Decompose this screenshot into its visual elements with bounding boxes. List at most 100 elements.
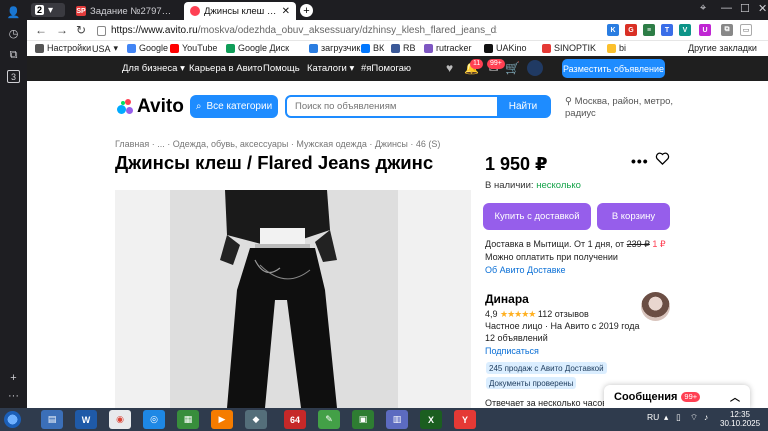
screen: 👤 ◷ ⧉ 3 + ··· 2 ▾ SP Задание №2797459 - … (0, 0, 768, 431)
tab-avito[interactable]: Джинсы клеш / Flared Je ✕ (184, 2, 296, 20)
clock[interactable]: 12:35 30.10.2025 (720, 410, 760, 428)
nav-link-business[interactable]: Для бизнеса ▾ (122, 63, 185, 74)
network-icon[interactable]: ▯ (676, 412, 681, 423)
minimize-icon[interactable]: — (721, 2, 732, 14)
messages-count-badge: 99+ (681, 391, 701, 402)
uakino-icon (484, 43, 493, 53)
screenshot-icon[interactable]: ⧉ (6, 48, 21, 63)
wifi-icon[interactable]: ⌔ (690, 412, 698, 423)
search-box: Найти (285, 95, 551, 118)
listing-photo[interactable] (115, 190, 471, 408)
messages-widget[interactable]: Сообщения 99+ ︿ (604, 385, 750, 408)
maximize-icon[interactable]: ☐ (740, 2, 750, 15)
chrome-icon[interactable]: ◉ (109, 410, 131, 429)
taskbar-app-icon[interactable]: ▣ (352, 410, 374, 429)
bookmark[interactable]: USA ▾ (92, 43, 118, 54)
lock-icon (97, 25, 106, 36)
close-tab-icon[interactable]: ✕ (282, 6, 290, 17)
bookmark[interactable]: rutracker (424, 43, 472, 53)
nav-link-catalogs[interactable]: Каталоги ▾ (307, 63, 354, 74)
pin-icon: ⚲ (565, 96, 572, 107)
tab-strip: 2 ▾ SP Задание №2797459 - про Джинсы кле… (27, 0, 768, 20)
profile-icon[interactable]: 👤 (6, 5, 21, 20)
start-button[interactable] (4, 411, 21, 428)
yandex-browser-icon[interactable]: Y (454, 410, 476, 429)
extension-icon[interactable]: U (699, 24, 711, 36)
more-options-icon[interactable]: ••• (631, 153, 649, 169)
tab-title: Джинсы клеш / Flared Je (204, 5, 278, 17)
back-icon[interactable]: ← (35, 23, 47, 37)
delivery-info: Доставка в Мытищи. От 1 дня, от 239 ₽ 1 … (485, 239, 666, 277)
tray-chevron-icon[interactable]: ▴ (664, 412, 668, 423)
add-panel-icon[interactable]: + (6, 370, 21, 385)
bookmark[interactable]: ВК (361, 43, 384, 53)
bookmark[interactable]: UAKino (484, 43, 527, 53)
pin-icon[interactable]: ⌖ (700, 2, 706, 15)
taskbar-app-icon[interactable]: ◆ (245, 410, 267, 429)
extension-icon[interactable]: V (679, 24, 691, 36)
excel-icon[interactable]: X (420, 410, 442, 429)
forward-icon[interactable]: → (56, 23, 68, 37)
language-indicator[interactable]: RU (647, 412, 659, 422)
breadcrumb[interactable]: Главная · ... · Одежда, обувь, аксессуар… (115, 139, 440, 149)
add-to-cart-button[interactable]: В корзину (597, 203, 670, 230)
extension-icon[interactable]: ≡ (643, 24, 655, 36)
bookmark[interactable]: Google Диск (226, 43, 289, 53)
cart-icon[interactable]: 🛒 (505, 62, 520, 75)
price: 1 950 ₽ (485, 154, 548, 174)
url-field[interactable]: https://www.avito.ru/moskva/odezhda_obuv… (97, 23, 497, 38)
bookmark[interactable]: YouTube (170, 43, 217, 53)
bookmark[interactable]: загрузчик (309, 43, 360, 53)
favorites-icon[interactable]: ♥ (443, 62, 456, 75)
reload-icon[interactable]: ↻ (76, 23, 86, 37)
nav-link-help[interactable]: Помощь (263, 63, 300, 74)
taskbar-app-icon[interactable]: ▥ (386, 410, 408, 429)
taskbar-app-icon[interactable]: ▤ (41, 410, 63, 429)
extensions-menu-icon[interactable]: ⧉ (721, 24, 733, 36)
taskbar-app-icon[interactable]: W (75, 410, 97, 429)
search-button[interactable]: Найти (497, 97, 549, 116)
buy-with-delivery-button[interactable]: Купить с доставкой (483, 203, 591, 230)
taskbar-app-icon[interactable]: ◎ (143, 410, 165, 429)
taskbar-app-icon[interactable]: ▦ (177, 410, 199, 429)
seller-ads-count[interactable]: 12 объявлений (485, 333, 548, 343)
nav-link-career[interactable]: Карьера в Авито (189, 63, 262, 74)
wallet-icon[interactable]: ▭ (740, 24, 752, 36)
post-ad-button[interactable]: Разместить объявление (562, 59, 665, 78)
browser-sidebar: 👤 ◷ ⧉ 3 + ··· (0, 0, 27, 408)
about-delivery-link[interactable]: Об Авито Доставке (485, 264, 666, 277)
seller-rating[interactable]: 4,9 ★★★★★ 112 отзывов (485, 309, 589, 320)
extension-icon[interactable]: K (607, 24, 619, 36)
tab-task[interactable]: SP Задание №2797459 - про (70, 2, 182, 20)
avito-logo[interactable]: Avito (117, 96, 184, 118)
workspace-icon[interactable]: 3 (7, 70, 20, 83)
bookmark[interactable]: Настройки (35, 43, 91, 53)
chevron-up-icon[interactable]: ︿ (730, 389, 740, 404)
bookmark[interactable]: bi (607, 43, 626, 53)
avatar[interactable] (527, 60, 543, 76)
more-icon[interactable]: ··· (6, 388, 21, 403)
seller-name[interactable]: Динара (485, 292, 529, 306)
extension-icon[interactable]: G (625, 24, 637, 36)
taskbar-app-icon[interactable]: ▶ (211, 410, 233, 429)
location-selector[interactable]: ⚲ Москва, район, метро, радиус (565, 96, 675, 120)
search-input[interactable] (295, 101, 495, 112)
all-categories-button[interactable]: ⌕ Все категории (190, 95, 278, 118)
subscribe-link[interactable]: Подписаться (485, 346, 539, 356)
bookmark[interactable]: Google (127, 43, 168, 53)
rb-icon (391, 43, 400, 53)
nav-link-ihelp[interactable]: #яПомогаю (361, 63, 411, 74)
taskbar-app-icon[interactable]: ✎ (318, 410, 340, 429)
tab-counter[interactable]: 2 ▾ (31, 3, 65, 17)
other-bookmarks[interactable]: Другие закладки (688, 43, 757, 53)
bookmark[interactable]: RB (391, 43, 416, 53)
close-window-icon[interactable]: ✕ (758, 2, 767, 15)
bookmark[interactable]: SINOPTIK (542, 43, 596, 53)
taskbar-app-64[interactable]: 64 (284, 410, 306, 429)
extension-icon[interactable]: T (661, 24, 673, 36)
seller-avatar[interactable] (641, 292, 670, 321)
volume-icon[interactable]: ♪ (704, 412, 708, 422)
history-icon[interactable]: ◷ (6, 26, 21, 41)
favorite-heart-icon[interactable] (655, 151, 670, 166)
new-tab-button[interactable]: + (300, 4, 313, 17)
